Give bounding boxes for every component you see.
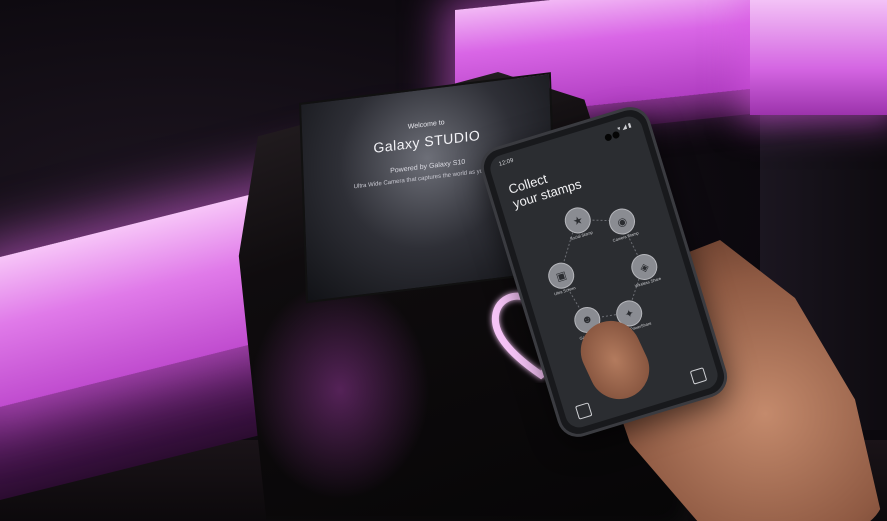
stamp-1-icon: ◉	[615, 214, 629, 230]
stamp-3-icon: ◈	[638, 260, 651, 275]
photo-scene: Welcome to Galaxy STUDIO Powered by Gala…	[0, 0, 887, 521]
stamp-2-icon: ▣	[554, 268, 569, 284]
stamp-4-icon: ☻	[580, 312, 595, 328]
stamp-5-icon: ✦	[623, 306, 636, 322]
stamp-0-icon: ★	[571, 213, 585, 229]
kiosk-glow	[250, 280, 430, 500]
front-camera-icon	[601, 124, 621, 142]
status-time: 12:09	[498, 157, 515, 168]
gallery-icon[interactable]	[689, 367, 708, 385]
right-neon-pillar	[750, 0, 887, 115]
stamps-title: Collect your stamps	[507, 162, 583, 211]
camera-icon[interactable]	[575, 402, 593, 420]
